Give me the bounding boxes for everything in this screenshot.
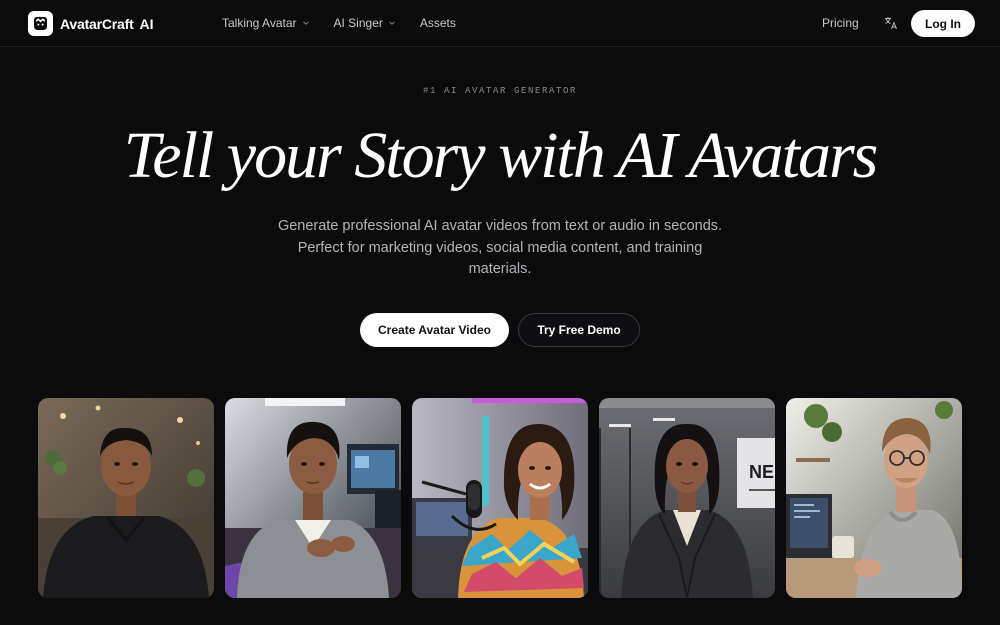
avatar-image: NE bbox=[599, 398, 775, 598]
brand-suffix: AI bbox=[139, 15, 154, 32]
avatar-logo-icon bbox=[28, 11, 53, 36]
nav-talking-avatar[interactable]: Talking Avatar bbox=[222, 16, 310, 30]
avatar-showcase: NE bbox=[38, 398, 962, 598]
chevron-down-icon bbox=[302, 19, 310, 27]
nav-ai-singer-label: AI Singer bbox=[333, 16, 383, 30]
avatar-image bbox=[38, 398, 214, 598]
main-nav: Talking Avatar AI Singer Assets bbox=[222, 16, 480, 30]
avatar-image bbox=[786, 398, 962, 598]
top-navigation-bar: AvatarCraft AI Talking Avatar AI Singer … bbox=[0, 0, 1000, 47]
hero-subtitle: Generate professional AI avatar videos f… bbox=[277, 218, 723, 277]
login-button[interactable]: Log In bbox=[911, 10, 975, 37]
hero-headline: Tell your Story with AI Avatars bbox=[123, 119, 879, 192]
nav-ai-singer[interactable]: AI Singer bbox=[334, 16, 396, 30]
avatar-card-studio[interactable] bbox=[225, 398, 401, 598]
nav-assets[interactable]: Assets bbox=[420, 16, 456, 30]
chevron-down-icon bbox=[388, 19, 396, 27]
avatar-image bbox=[412, 398, 588, 598]
avatar-card-corporate[interactable]: NE bbox=[599, 398, 775, 598]
nav-assets-label: Assets bbox=[419, 16, 456, 30]
nav-talking-avatar-label: Talking Avatar bbox=[222, 16, 297, 30]
avatar-card-podcast[interactable] bbox=[412, 398, 588, 598]
create-avatar-video-button[interactable]: Create Avatar Video bbox=[360, 313, 509, 347]
hero-eyebrow: #1 AI AVATAR GENERATOR bbox=[422, 86, 578, 96]
avatar-card-workspace[interactable] bbox=[786, 398, 962, 598]
translate-icon[interactable] bbox=[884, 16, 898, 30]
corporate-sign-text: NE bbox=[749, 462, 774, 482]
try-free-demo-button[interactable]: Try Free Demo bbox=[518, 313, 640, 347]
brand-name: AvatarCraft bbox=[60, 15, 134, 32]
avatar-card-office[interactable] bbox=[38, 398, 214, 598]
pricing-link[interactable]: Pricing bbox=[822, 16, 859, 30]
brand-logo-link[interactable]: AvatarCraft AI bbox=[28, 11, 154, 36]
avatar-image bbox=[225, 398, 401, 598]
